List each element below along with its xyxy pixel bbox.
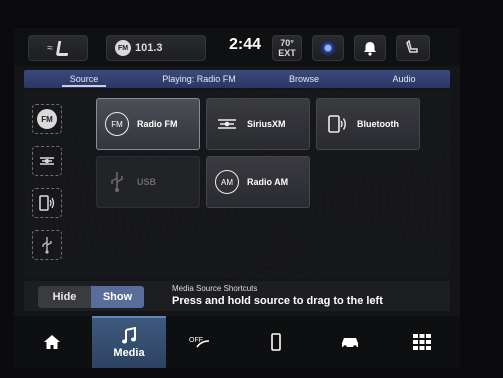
music-note-icon bbox=[122, 327, 136, 344]
am-icon: AM bbox=[215, 170, 239, 194]
nav-vehicle[interactable] bbox=[320, 316, 380, 368]
station-frequency: 101.3 bbox=[135, 42, 163, 54]
nav-media-label: Media bbox=[113, 347, 145, 359]
nav-climate[interactable]: OFF bbox=[170, 316, 230, 368]
nav-home[interactable] bbox=[22, 316, 82, 368]
source-usb[interactable]: USB bbox=[96, 156, 200, 208]
source-label: Radio FM bbox=[137, 119, 178, 129]
show-button[interactable]: Show bbox=[91, 286, 144, 308]
fm-badge-icon: FM bbox=[37, 109, 57, 129]
nav-apps[interactable] bbox=[392, 316, 452, 368]
notifications-button[interactable] bbox=[354, 35, 386, 61]
apps-grid-icon bbox=[413, 334, 431, 350]
tab-source[interactable]: Source bbox=[54, 70, 114, 88]
fm-badge-icon: FM bbox=[115, 40, 131, 56]
tab-browse[interactable]: Browse bbox=[274, 70, 334, 88]
shortcut-bluetooth[interactable] bbox=[32, 188, 62, 218]
shortcut-usb[interactable] bbox=[32, 230, 62, 260]
hide-button[interactable]: Hide bbox=[38, 286, 91, 308]
usb-icon bbox=[105, 170, 129, 194]
infotainment-screen: ≈ FM 101.3 2:44 70° EXT Source Playing: … bbox=[14, 28, 460, 368]
seat-settings-button[interactable] bbox=[396, 35, 430, 61]
source-panel: FM FM Radio FM SiriusXM Bluetooth USB AM… bbox=[24, 90, 450, 278]
source-radio-am[interactable]: AM Radio AM bbox=[206, 156, 310, 208]
shortcut-siriusxm[interactable] bbox=[32, 146, 62, 176]
bottom-navigation: Media OFF bbox=[14, 316, 460, 368]
vehicle-icon bbox=[342, 338, 358, 349]
temperature-value: 70° bbox=[280, 38, 294, 48]
nav-phone[interactable] bbox=[246, 316, 306, 368]
bluetooth-phone-icon bbox=[39, 195, 55, 211]
seat-controls-button[interactable]: ≈ bbox=[28, 35, 88, 61]
status-bar: ≈ FM 101.3 2:44 70° EXT bbox=[14, 28, 460, 66]
shortcut-visibility-bar: Hide Show Media Source Shortcuts Press a… bbox=[24, 281, 450, 311]
source-siriusxm[interactable]: SiriusXM bbox=[206, 98, 310, 150]
assistant-icon bbox=[320, 40, 336, 56]
hint-body: Press and hold source to drag to the lef… bbox=[172, 295, 383, 307]
hint-title: Media Source Shortcuts bbox=[172, 284, 258, 293]
media-tab-bar: Source Playing: Radio FM Browse Audio bbox=[24, 70, 450, 88]
now-playing-pill[interactable]: FM 101.3 bbox=[106, 35, 206, 61]
hide-show-toggle: Hide Show bbox=[38, 286, 144, 308]
source-radio-fm[interactable]: FM Radio FM bbox=[96, 98, 200, 150]
climate-icon: OFF bbox=[189, 337, 210, 348]
bell-icon bbox=[364, 41, 376, 56]
phone-icon bbox=[271, 333, 281, 351]
source-bluetooth[interactable]: Bluetooth bbox=[316, 98, 420, 150]
shortcut-fm[interactable]: FM bbox=[32, 104, 62, 134]
tab-audio[interactable]: Audio bbox=[374, 70, 434, 88]
fm-icon: FM bbox=[105, 112, 129, 136]
source-label: USB bbox=[137, 177, 157, 187]
voice-assistant-button[interactable] bbox=[312, 35, 344, 61]
home-icon bbox=[44, 335, 60, 349]
clock: 2:44 bbox=[228, 36, 262, 53]
source-label: SiriusXM bbox=[247, 119, 286, 129]
source-label: Bluetooth bbox=[357, 119, 399, 129]
tab-playing[interactable]: Playing: Radio FM bbox=[144, 70, 254, 88]
outside-temperature: 70° EXT bbox=[272, 35, 302, 61]
seat-heat-icon bbox=[55, 40, 71, 56]
seat-icon bbox=[406, 40, 418, 53]
nav-media[interactable]: Media bbox=[92, 316, 166, 368]
source-label: Radio AM bbox=[247, 177, 289, 187]
siriusxm-icon bbox=[40, 157, 54, 165]
bluetooth-phone-icon bbox=[325, 112, 349, 136]
steering-heat-icon: ≈ bbox=[47, 42, 53, 54]
siriusxm-icon bbox=[215, 112, 239, 136]
usb-icon bbox=[42, 237, 52, 254]
temperature-label: EXT bbox=[278, 48, 296, 58]
